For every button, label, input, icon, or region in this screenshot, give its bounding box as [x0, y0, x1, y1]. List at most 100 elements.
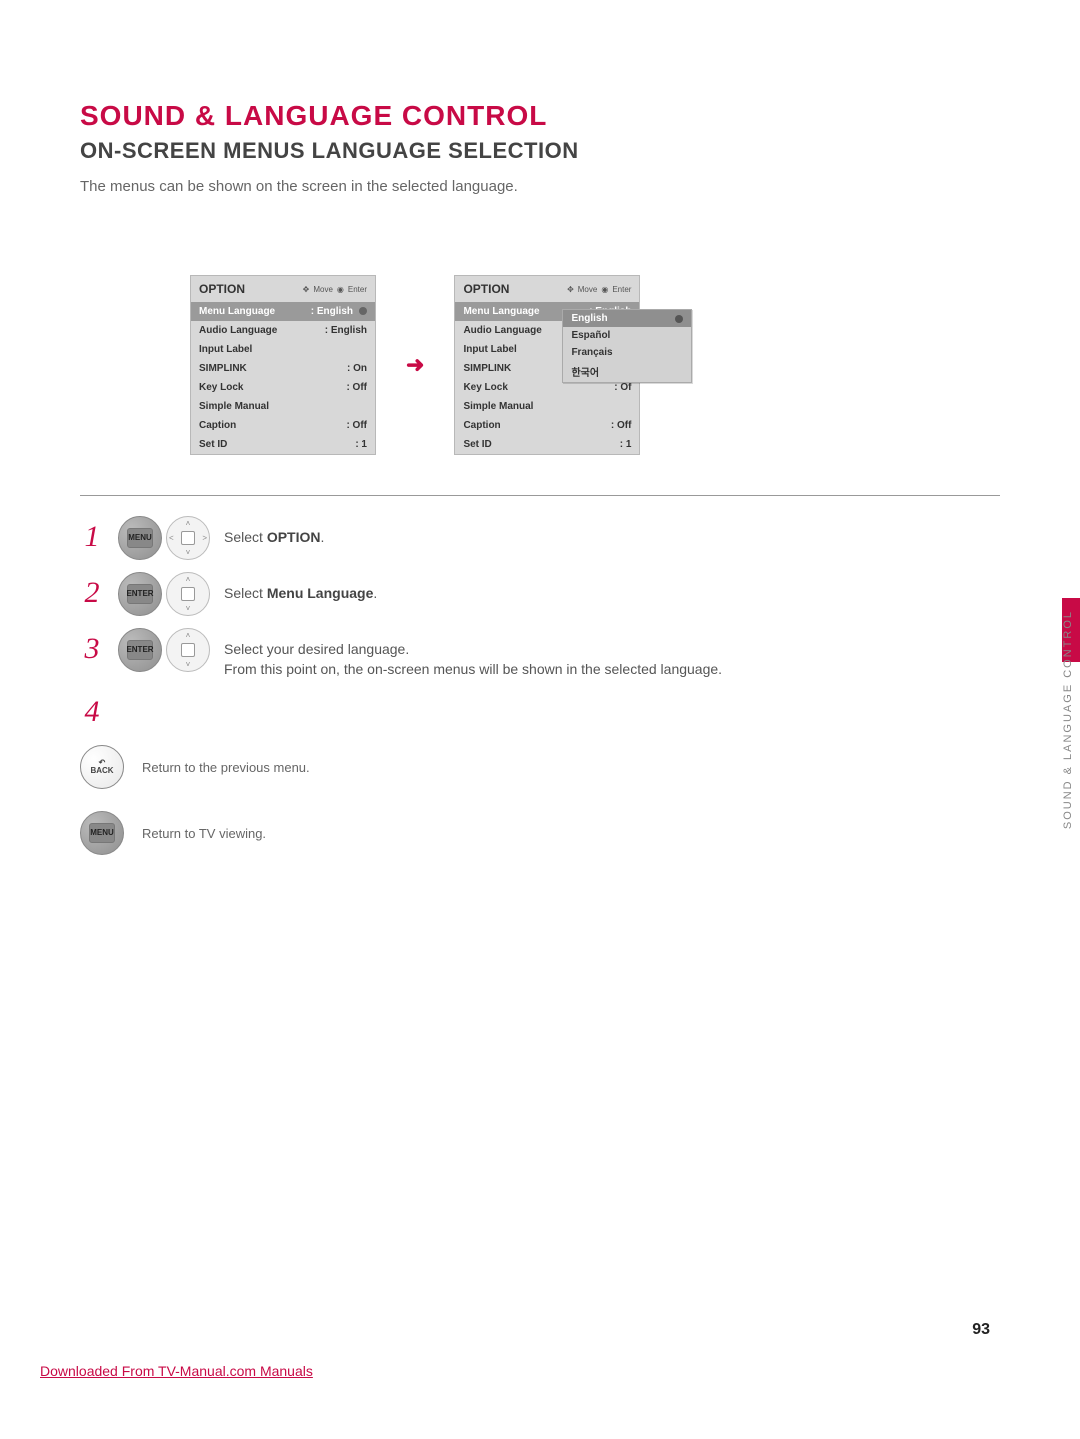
chevron-left-icon: ˂	[169, 534, 174, 543]
chevron-up-icon: ˄	[186, 575, 191, 584]
step-text: Select your desired language. From this …	[224, 640, 722, 679]
menu-instruction: MENU Return to TV viewing.	[80, 811, 1000, 855]
osd-item-input-label[interactable]: Input Label	[191, 340, 375, 359]
chevron-up-icon: ˄	[186, 631, 191, 640]
osd-item-label: Input Label	[199, 344, 252, 355]
osd-body: Menu Language : English Audio Language: …	[191, 302, 375, 454]
osd-item-label: SIMPLINK	[463, 363, 511, 374]
osd-panels-row: OPTION ✥ Move ◉ Enter Menu Language : En…	[190, 275, 1000, 455]
osd-item-simple-manual[interactable]: Simple Manual	[455, 397, 639, 416]
move-icon: ✥	[567, 285, 574, 294]
footer-download-link[interactable]: Downloaded From TV-Manual.com Manuals	[40, 1363, 313, 1379]
osd-item-value: : English	[325, 325, 367, 336]
enter-button[interactable]: ENTER	[118, 628, 162, 672]
osd-hint-move: Move	[313, 285, 333, 294]
menu-button[interactable]: MENU	[80, 811, 124, 855]
submenu-label: Français	[571, 347, 612, 358]
osd-item-caption[interactable]: Caption : Off	[455, 416, 639, 435]
osd-item-label: Set ID	[463, 439, 491, 450]
menu-button[interactable]: MENU	[118, 516, 162, 560]
osd-item-label: Menu Language	[463, 306, 539, 317]
step-buttons: ENTER ˄ ˅	[118, 628, 210, 672]
osd-item-key-lock[interactable]: Key Lock : Off	[191, 378, 375, 397]
arrow-right-icon: ➜	[406, 352, 424, 378]
chevron-down-icon: ˅	[186, 660, 191, 669]
osd-item-label: SIMPLINK	[199, 363, 247, 374]
osd-title: OPTION	[463, 282, 509, 296]
post-steps: ↶BACK Return to the previous menu. MENU …	[80, 745, 1000, 855]
step-2: 2 ENTER ˄ ˅ Select Menu Language.	[80, 572, 1000, 616]
chevron-up-icon: ˄	[186, 519, 191, 528]
submenu-item-korean[interactable]: 한국어	[563, 361, 691, 382]
osd-item-label: Caption	[463, 420, 500, 431]
osd-item-caption[interactable]: Caption : Off	[191, 416, 375, 435]
osd-item-value: : English	[311, 306, 353, 317]
osd-item-set-id[interactable]: Set ID : 1	[191, 435, 375, 454]
selection-dot-icon	[675, 315, 683, 323]
step-4: 4	[80, 691, 1000, 727]
osd-item-label: Input Label	[463, 344, 516, 355]
osd-item-value: : On	[347, 363, 367, 374]
enter-icon: ◉	[337, 285, 344, 294]
osd-item-value: : 1	[355, 439, 367, 450]
enter-icon: ◉	[601, 285, 608, 294]
chevron-right-icon: ˃	[202, 534, 207, 543]
osd-item-menu-language[interactable]: Menu Language : English	[191, 302, 375, 321]
submenu-item-english[interactable]: English	[563, 310, 691, 327]
submenu-item-francais[interactable]: Français	[563, 344, 691, 361]
osd-header: OPTION ✥ Move ◉ Enter	[191, 276, 375, 302]
osd-panel-left: OPTION ✥ Move ◉ Enter Menu Language : En…	[190, 275, 376, 455]
osd-item-label: Key Lock	[199, 382, 243, 393]
osd-panel-right-wrap: OPTION ✥ Move ◉ Enter Menu Language: Eng…	[454, 275, 640, 455]
step-1: 1 MENU ˄ ˅ ˂ ˃ Select OPTION.	[80, 516, 1000, 560]
osd-item-value: : Off	[346, 382, 367, 393]
osd-item-label: Set ID	[199, 439, 227, 450]
osd-hint: ✥ Move ◉ Enter	[567, 285, 631, 294]
osd-item-set-id[interactable]: Set ID: 1	[455, 435, 639, 454]
dpad-button[interactable]: ˄ ˅ ˂ ˃	[166, 516, 210, 560]
osd-item-label: Menu Language	[199, 306, 275, 317]
osd-item-label: Key Lock	[463, 382, 507, 393]
osd-item-label: Simple Manual	[463, 401, 533, 412]
dpad-button[interactable]: ˄ ˅	[166, 572, 210, 616]
submenu-label: English	[571, 313, 607, 324]
dpad-center	[181, 531, 195, 545]
separator	[80, 495, 1000, 496]
osd-hint-move: Move	[578, 285, 598, 294]
dpad-center	[181, 643, 195, 657]
osd-item-value: : Of	[614, 382, 631, 393]
intro-text: The menus can be shown on the screen in …	[80, 178, 1000, 195]
osd-item-simplink[interactable]: SIMPLINK : On	[191, 359, 375, 378]
enter-button[interactable]: ENTER	[118, 572, 162, 616]
selection-dot-icon	[359, 307, 367, 315]
dpad-center	[181, 587, 195, 601]
button-label: ENTER	[126, 590, 153, 598]
osd-item-audio-language[interactable]: Audio Language: English	[191, 321, 375, 340]
osd-item-simple-manual[interactable]: Simple Manual	[191, 397, 375, 416]
title-sub: ON-SCREEN MENUS LANGUAGE SELECTION	[80, 138, 1000, 164]
step-number: 2	[80, 578, 104, 608]
submenu-label: 한국어	[571, 364, 599, 379]
step-text-em: OPTION	[267, 529, 321, 545]
button-label: ENTER	[126, 646, 153, 654]
dpad-button[interactable]: ˄ ˅	[166, 628, 210, 672]
back-button[interactable]: ↶BACK	[80, 745, 124, 789]
osd-item-label: Audio Language	[463, 325, 541, 336]
steps-list: 1 MENU ˄ ˅ ˂ ˃ Select OPTION. 2 ENTER ˄ …	[80, 516, 1000, 855]
osd-item-value: : Off	[346, 420, 367, 431]
submenu-item-espanol[interactable]: Español	[563, 327, 691, 344]
move-icon: ✥	[303, 285, 310, 294]
button-label: MENU	[128, 534, 152, 542]
page-number: 93	[972, 1321, 990, 1339]
osd-item-value: : Off	[611, 420, 632, 431]
step-buttons: MENU ˄ ˅ ˂ ˃	[118, 516, 210, 560]
step-number: 1	[80, 522, 104, 552]
back-text: Return to the previous menu.	[142, 760, 310, 775]
back-instruction: ↶BACK Return to the previous menu.	[80, 745, 1000, 789]
button-label: MENU	[90, 829, 114, 837]
step-number: 3	[80, 634, 104, 664]
step-text-em: Menu Language	[267, 585, 374, 601]
title-main: SOUND & LANGUAGE CONTROL	[80, 100, 1000, 132]
osd-item-label: Caption	[199, 420, 236, 431]
osd-item-label: Simple Manual	[199, 401, 269, 412]
